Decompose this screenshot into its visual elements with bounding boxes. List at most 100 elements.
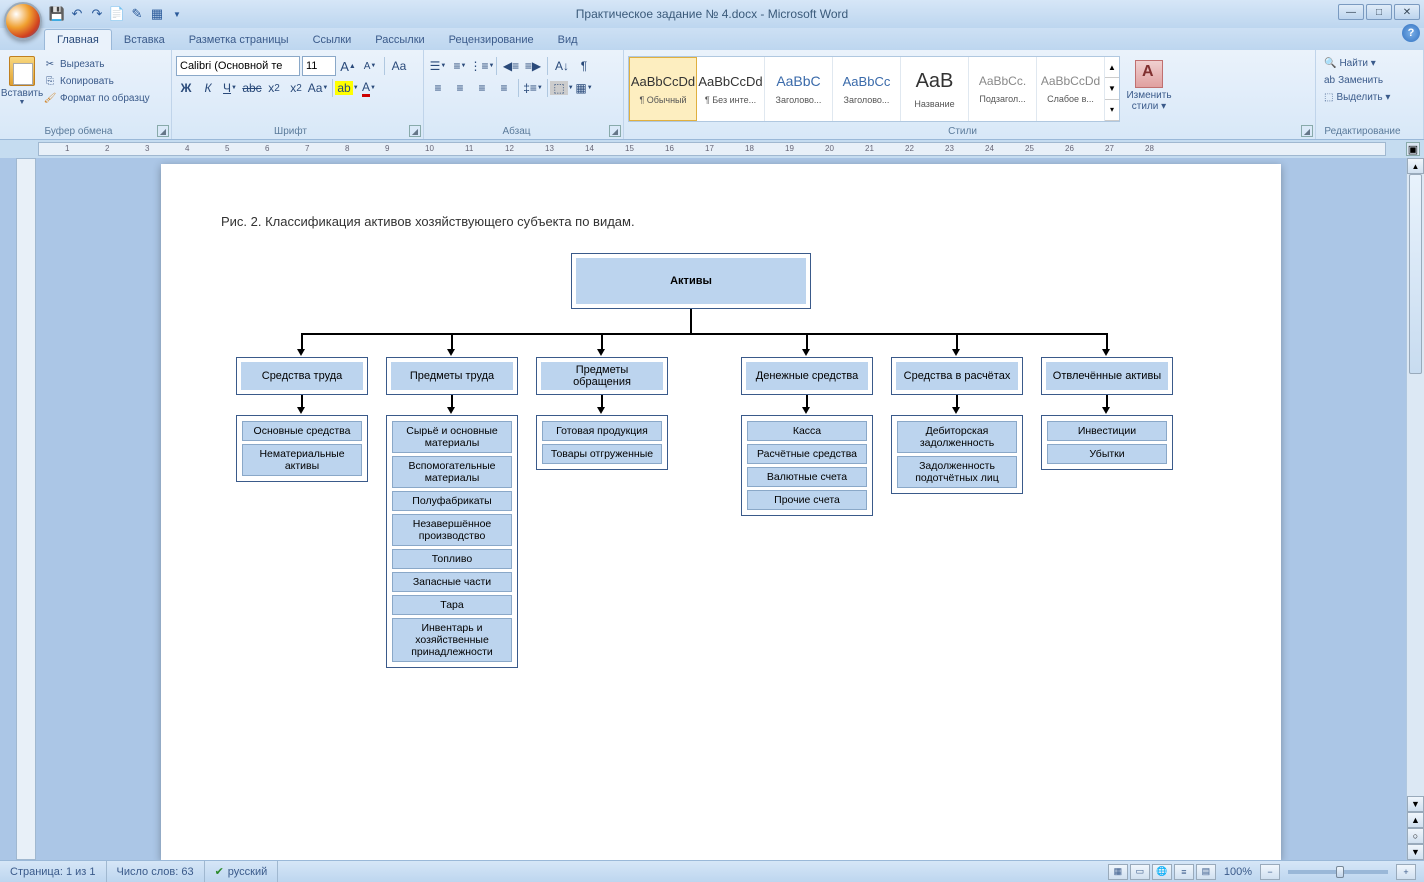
minimize-button[interactable]: —: [1338, 4, 1364, 20]
font-launcher[interactable]: ◢: [409, 125, 421, 137]
horizontal-ruler[interactable]: 1234567891011121314151617181920212223242…: [38, 142, 1386, 156]
figure-caption: Рис. 2. Классификация активов хозяйствую…: [221, 214, 1221, 229]
tab-references[interactable]: Ссылки: [301, 30, 364, 50]
find-button[interactable]: 🔍Найти ▾: [1320, 56, 1419, 71]
redo-icon[interactable]: ↷: [88, 5, 106, 23]
shading-button[interactable]: ⬚▼: [552, 78, 572, 98]
shrink-font-button[interactable]: A▼: [360, 56, 380, 76]
style-item-6[interactable]: AaBbCcDdСлабое в...: [1037, 57, 1105, 121]
justify-button[interactable]: ≡: [494, 78, 514, 98]
tab-review[interactable]: Рецензирование: [437, 30, 546, 50]
align-left-button[interactable]: ≡: [428, 78, 448, 98]
change-styles-button[interactable]: Изменить стили ▾: [1124, 56, 1174, 137]
undo-icon[interactable]: ↶: [68, 5, 86, 23]
browse-object-button[interactable]: ○: [1407, 828, 1424, 844]
show-marks-button[interactable]: ¶: [574, 56, 594, 76]
view-web[interactable]: 🌐: [1152, 864, 1172, 880]
save-icon[interactable]: 💾: [48, 5, 66, 23]
scroll-down-button[interactable]: ▼: [1407, 796, 1424, 812]
ruler-toggle[interactable]: ▣: [1406, 142, 1420, 156]
diagram-col-items-5: ИнвестицииУбытки: [1041, 415, 1173, 470]
style-item-5[interactable]: AaBbCc.Подзагол...: [969, 57, 1037, 121]
zoom-in-button[interactable]: +: [1396, 864, 1416, 880]
indent-dec-button[interactable]: ◀≡: [501, 56, 521, 76]
font-color-button[interactable]: A▼: [359, 78, 379, 98]
tab-mailings[interactable]: Рассылки: [363, 30, 436, 50]
close-button[interactable]: ✕: [1394, 4, 1420, 20]
align-right-button[interactable]: ≡: [472, 78, 492, 98]
cut-button[interactable]: ✂Вырезать: [40, 56, 153, 72]
qat-more-icon[interactable]: ▼: [168, 5, 186, 23]
style-item-3[interactable]: AaBbCcЗаголово...: [833, 57, 901, 121]
italic-button[interactable]: К: [198, 78, 218, 98]
underline-button[interactable]: Ч▼: [220, 78, 240, 98]
paste-button[interactable]: Вставить ▼: [4, 52, 40, 137]
format-painter-button[interactable]: 🖌Формат по образцу: [40, 90, 153, 106]
grow-font-button[interactable]: A▲: [338, 56, 358, 76]
tab-insert[interactable]: Вставка: [112, 30, 177, 50]
indent-inc-button[interactable]: ≡▶: [523, 56, 543, 76]
prev-page-button[interactable]: ▲: [1407, 812, 1424, 828]
select-button[interactable]: ⬚Выделить ▾: [1320, 90, 1419, 105]
view-full-screen[interactable]: ▭: [1130, 864, 1150, 880]
clipboard-launcher[interactable]: ◢: [157, 125, 169, 137]
gallery-row-up[interactable]: ▲: [1105, 57, 1119, 78]
change-case-button[interactable]: Aa▼: [308, 78, 328, 98]
line-spacing-button[interactable]: ‡≡▼: [523, 78, 543, 98]
style-item-2[interactable]: AaBbCЗаголово...: [765, 57, 833, 121]
tab-view[interactable]: Вид: [546, 30, 590, 50]
view-draft[interactable]: ▤: [1196, 864, 1216, 880]
office-button[interactable]: [4, 2, 42, 40]
status-language[interactable]: ✔русский: [205, 861, 279, 882]
next-page-button[interactable]: ▼: [1407, 844, 1424, 860]
styles-gallery[interactable]: AaBbCcDd¶ ОбычныйAaBbCcDd¶ Без инте...Aa…: [628, 56, 1120, 122]
sort-button[interactable]: A↓: [552, 56, 572, 76]
document-scroll[interactable]: Рис. 2. Классификация активов хозяйствую…: [36, 158, 1406, 860]
superscript-button[interactable]: x2: [286, 78, 306, 98]
qat-icon-3[interactable]: ▦: [148, 5, 166, 23]
qat-icon-2[interactable]: ✎: [128, 5, 146, 23]
copy-button[interactable]: ⎘Копировать: [40, 73, 153, 89]
view-print-layout[interactable]: ▦: [1108, 864, 1128, 880]
zoom-out-button[interactable]: −: [1260, 864, 1280, 880]
font-size-select[interactable]: [302, 56, 336, 76]
clear-format-button[interactable]: Aa: [389, 56, 409, 76]
replace-button[interactable]: abЗаменить: [1320, 73, 1419, 88]
view-outline[interactable]: ≡: [1174, 864, 1194, 880]
tab-layout[interactable]: Разметка страницы: [177, 30, 301, 50]
page[interactable]: Рис. 2. Классификация активов хозяйствую…: [161, 164, 1281, 860]
tab-home[interactable]: Главная: [44, 29, 112, 50]
multilevel-button[interactable]: ⋮≡▼: [472, 56, 492, 76]
scroll-thumb[interactable]: [1409, 174, 1422, 374]
zoom-level[interactable]: 100%: [1224, 866, 1252, 878]
subscript-button[interactable]: x2: [264, 78, 284, 98]
diagram-col-items-3: КассаРасчётные средстваВалютные счетаПро…: [741, 415, 873, 516]
style-item-1[interactable]: AaBbCcDd¶ Без инте...: [697, 57, 765, 121]
borders-button[interactable]: ▦▼: [574, 78, 594, 98]
styles-launcher[interactable]: ◢: [1301, 125, 1313, 137]
highlight-button[interactable]: ab▼: [337, 78, 357, 98]
zoom-thumb[interactable]: [1336, 866, 1344, 878]
gallery-more[interactable]: ▾: [1105, 100, 1119, 121]
style-item-4[interactable]: AaBНазвание: [901, 57, 969, 121]
font-name-select[interactable]: [176, 56, 300, 76]
vertical-scrollbar[interactable]: ▲ ▼ ▲ ○ ▼: [1406, 158, 1424, 860]
help-icon[interactable]: ?: [1402, 24, 1420, 42]
gallery-row-down[interactable]: ▼: [1105, 78, 1119, 99]
strike-button[interactable]: abc: [242, 78, 262, 98]
paragraph-launcher[interactable]: ◢: [609, 125, 621, 137]
maximize-button[interactable]: □: [1366, 4, 1392, 20]
vertical-ruler[interactable]: [16, 158, 36, 860]
diagram-item-3-2: Валютные счета: [747, 467, 867, 487]
bullets-button[interactable]: ☰▼: [428, 56, 448, 76]
numbering-button[interactable]: ≡▼: [450, 56, 470, 76]
align-center-button[interactable]: ≡: [450, 78, 470, 98]
qat-icon-1[interactable]: 📄: [108, 5, 126, 23]
diagram-col-items-1: Сырьё и основные материалыВспомогательны…: [386, 415, 518, 668]
zoom-slider[interactable]: [1288, 870, 1388, 874]
scroll-up-button[interactable]: ▲: [1407, 158, 1424, 174]
style-item-0[interactable]: AaBbCcDd¶ Обычный: [629, 57, 697, 121]
status-page[interactable]: Страница: 1 из 1: [0, 861, 107, 882]
bold-button[interactable]: Ж: [176, 78, 196, 98]
status-word-count[interactable]: Число слов: 63: [107, 861, 205, 882]
